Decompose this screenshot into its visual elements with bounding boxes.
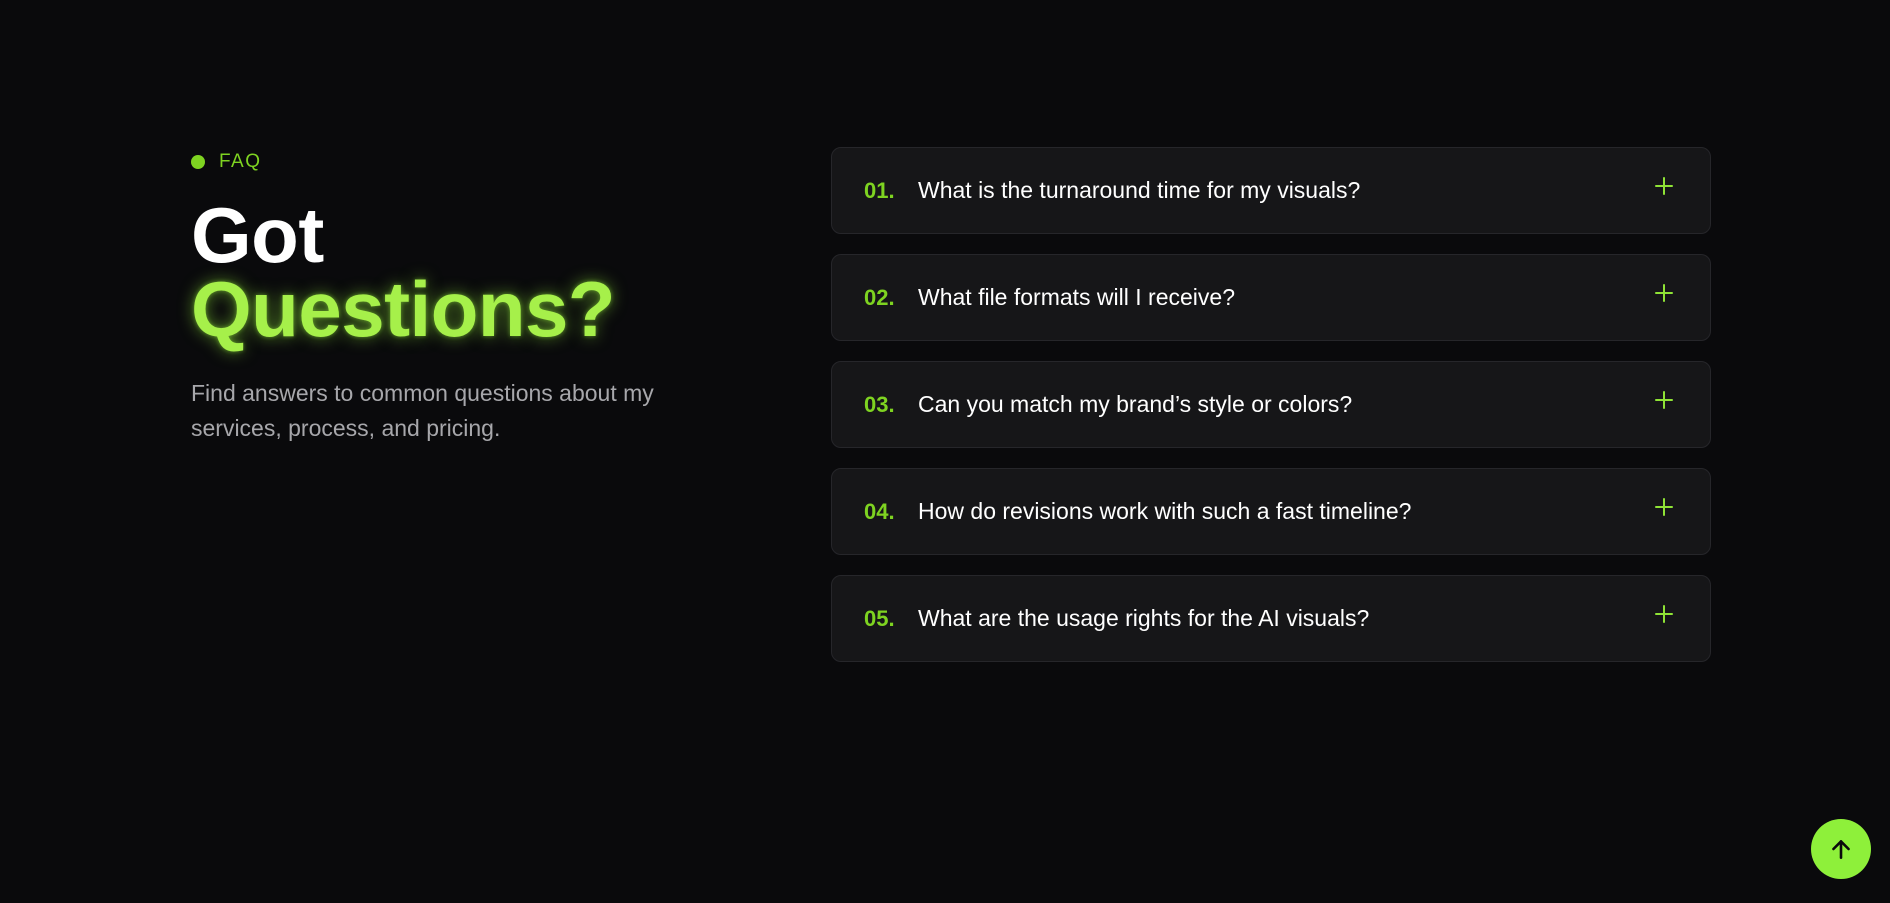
faq-number: 02.: [864, 284, 895, 310]
faq-question: How do revisions work with such a fast t…: [918, 498, 1412, 524]
plus-icon[interactable]: [1650, 279, 1678, 307]
arrow-up-icon: [1832, 840, 1850, 859]
faq-number: 04.: [864, 498, 895, 524]
plus-icon[interactable]: [1650, 172, 1678, 200]
dot-icon: [191, 155, 205, 169]
scroll-to-top-button[interactable]: [1811, 819, 1871, 879]
faq-number: 01.: [864, 177, 895, 203]
faq-list: 01. What is the turnaround time for my v…: [831, 147, 1711, 662]
faq-intro: FAQ Got Questions? Find answers to commo…: [191, 148, 751, 446]
plus-icon[interactable]: [1650, 600, 1678, 628]
section-eyebrow: FAQ: [191, 148, 751, 176]
plus-icon[interactable]: [1650, 386, 1678, 414]
faq-question: What is the turnaround time for my visua…: [918, 177, 1361, 203]
title-line-2: Questions?: [191, 265, 616, 353]
faq-item-3[interactable]: 03. Can you match my brand’s style or co…: [831, 361, 1711, 448]
page-title: Got Questions?: [191, 191, 751, 353]
section-subtitle: Find answers to common questions about m…: [191, 380, 654, 441]
faq-question: Can you match my brand’s style or colors…: [918, 391, 1353, 417]
plus-icon[interactable]: [1650, 493, 1678, 521]
faq-number: 03.: [864, 391, 895, 417]
title-line-1: Got: [191, 191, 324, 279]
faq-page: FAQ Got Questions? Find answers to commo…: [0, 0, 1890, 903]
faq-item-2[interactable]: 02. What file formats will I receive?: [831, 254, 1711, 341]
faq-question: What are the usage rights for the AI vis…: [918, 605, 1370, 631]
faq-item-4[interactable]: 04. How do revisions work with such a fa…: [831, 468, 1711, 555]
faq-number: 05.: [864, 605, 895, 631]
faq-item-1[interactable]: 01. What is the turnaround time for my v…: [831, 147, 1711, 234]
faq-question: What file formats will I receive?: [918, 284, 1235, 310]
eyebrow-label: FAQ: [219, 151, 262, 172]
faq-item-5[interactable]: 05. What are the usage rights for the AI…: [831, 575, 1711, 662]
